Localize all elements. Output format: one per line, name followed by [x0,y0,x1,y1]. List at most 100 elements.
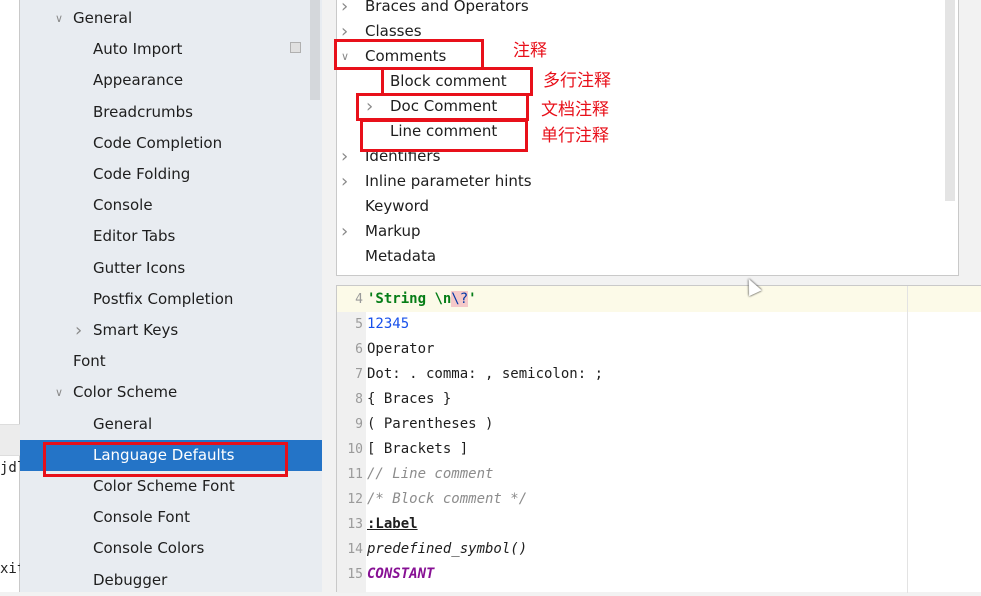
sidebar-item-console[interactable]: Console [20,190,322,221]
sidebar-item-label: Color Scheme [73,383,178,402]
code-line: predefined_symbol() [367,537,527,562]
code-line: Operator [367,337,434,362]
chevron-right-icon[interactable]: › [341,169,348,194]
chevron-down-icon[interactable]: ∨ [55,3,63,34]
line-number: 12 [347,492,363,507]
sidebar-item-label: Code Completion [93,133,223,152]
tree-item-metadata[interactable]: Metadata [337,244,937,269]
line-number: 14 [347,542,363,557]
line-number: 13 [347,517,363,532]
code-line: /* Block comment */ [367,487,527,512]
sidebar-item-label: Console [93,196,153,215]
chevron-right-icon[interactable]: › [75,315,82,346]
background-tab-band [0,424,20,456]
sidebar-item-label: Code Folding [93,165,191,183]
sidebar-item-code-folding[interactable]: Code Folding [20,159,322,190]
tree-item-label: Metadata [365,247,437,265]
chevron-down-icon[interactable]: ∨ [55,377,63,408]
sidebar-item-console-font[interactable]: Console Font [20,502,322,533]
settings-sidebar: ∨ General Auto Import Appearance Breadcrumbs… [20,0,322,592]
line-number: 6 [355,342,363,357]
background-code-line: jdl [0,460,20,476]
code-line: 12345 [367,312,409,337]
preview-editor[interactable]: 4 'String \n\?' 5 12345 6 Operator 7 Dot: . com… [336,285,981,593]
sidebar-item-label: Breadcrumbs [93,102,193,121]
code-token: /* Block comment */ [367,491,528,507]
code-token: \n [434,291,452,307]
code-line: CONSTANT [367,562,434,587]
sidebar-item-editor-tabs[interactable]: Editor Tabs [20,221,322,252]
code-line: [ Brackets ] [367,437,468,462]
tree-item-keyword[interactable]: Keyword [337,194,937,219]
sidebar-item-label: Debugger [93,570,168,589]
line-number: 15 [347,567,363,582]
line-number: 10 [347,442,363,457]
sidebar-item-label: Console Font [93,508,190,527]
tree-item-braces-and-operators[interactable]: › Braces and Operators [337,0,937,19]
code-line: // Line comment [367,462,493,487]
annotation-line-comment: 单行注释 [541,126,609,146]
chevron-right-icon[interactable]: › [341,219,348,244]
code-token: :Label [367,516,418,532]
sidebar-item-gutter-icons[interactable]: Gutter Icons [20,253,322,284]
code-token: Dot: . comma: , semicolon: ; [367,366,604,382]
highlight-box-block-comment [381,67,533,96]
code-token: { Braces } [367,391,452,407]
sidebar-item-smart-keys[interactable]: › Smart Keys [20,315,322,346]
highlight-box-comments [334,39,484,70]
sidebar-item-label: Editor Tabs [93,227,176,246]
annotation-doc-comment: 文档注释 [541,100,609,120]
sidebar-item-label: Gutter Icons [93,258,186,277]
background-code-line: xit [0,561,20,577]
sidebar-item-appearance[interactable]: Appearance [20,65,322,96]
sidebar-item-color-scheme[interactable]: ∨ Color Scheme [20,377,322,408]
sidebar-item-console-colors[interactable]: Console Colors [20,533,322,564]
tree-item-label: Inline parameter hints [365,172,532,190]
sidebar-item-postfix-completion[interactable]: Postfix Completion [20,284,322,315]
sidebar-item-general[interactable]: General [20,409,322,440]
sidebar-item-breadcrumbs[interactable]: Breadcrumbs [20,97,322,128]
background-editor-strip: jdl xit [0,0,20,592]
tree-item-markup[interactable]: › Markup [337,219,937,244]
sidebar-item-label: Postfix Completion [93,289,234,308]
code-token: 12345 [367,316,410,332]
highlight-box-language-defaults [43,442,288,477]
sidebar-item-label: Font [73,352,106,371]
tree-item-label: Keyword [365,197,430,215]
sidebar-item-auto-import[interactable]: Auto Import [20,34,322,65]
code-token: predefined_symbol() [367,541,528,557]
highlight-box-doc-comment [356,93,529,121]
right-margin-guide [907,286,908,593]
code-token: Operator [367,341,435,357]
copy-icon [290,42,301,53]
chevron-right-icon[interactable]: › [341,0,348,19]
chevron-right-icon[interactable]: › [341,144,348,169]
sidebar-item-font[interactable]: Font [20,346,322,377]
tree-scrollbar[interactable] [945,0,955,201]
line-number: 5 [355,317,363,332]
code-token: 'String [367,291,435,307]
tree-item-label: Braces and Operators [365,0,529,15]
sidebar-item-label: Smart Keys [93,321,179,339]
annotation-comments: 注释 [513,41,547,61]
line-number: 7 [355,367,363,382]
sidebar-item-label: General [93,414,153,433]
code-token: ( Parentheses ) [367,416,494,432]
sidebar-item-code-completion[interactable]: Code Completion [20,128,322,159]
line-number: 9 [355,417,363,432]
sidebar-item-label: Appearance [93,71,184,90]
code-line: { Braces } [367,387,451,412]
sidebar-item-label: General [73,9,133,27]
code-token: [ Brackets ] [367,441,469,457]
code-line: 'String \n\?' [367,287,477,312]
tree-item-label: Markup [365,222,421,240]
line-number: 8 [355,392,363,407]
line-number: 4 [355,292,363,307]
code-token: \? [451,291,469,307]
sidebar-item-debugger[interactable]: Debugger [20,565,322,596]
sidebar-item-label: Console Colors [93,539,205,558]
line-number: 11 [347,467,363,482]
highlight-box-line-comment [360,119,528,152]
tree-item-inline-parameter-hints[interactable]: › Inline parameter hints [337,169,937,194]
sidebar-item-general[interactable]: ∨ General [20,3,322,34]
